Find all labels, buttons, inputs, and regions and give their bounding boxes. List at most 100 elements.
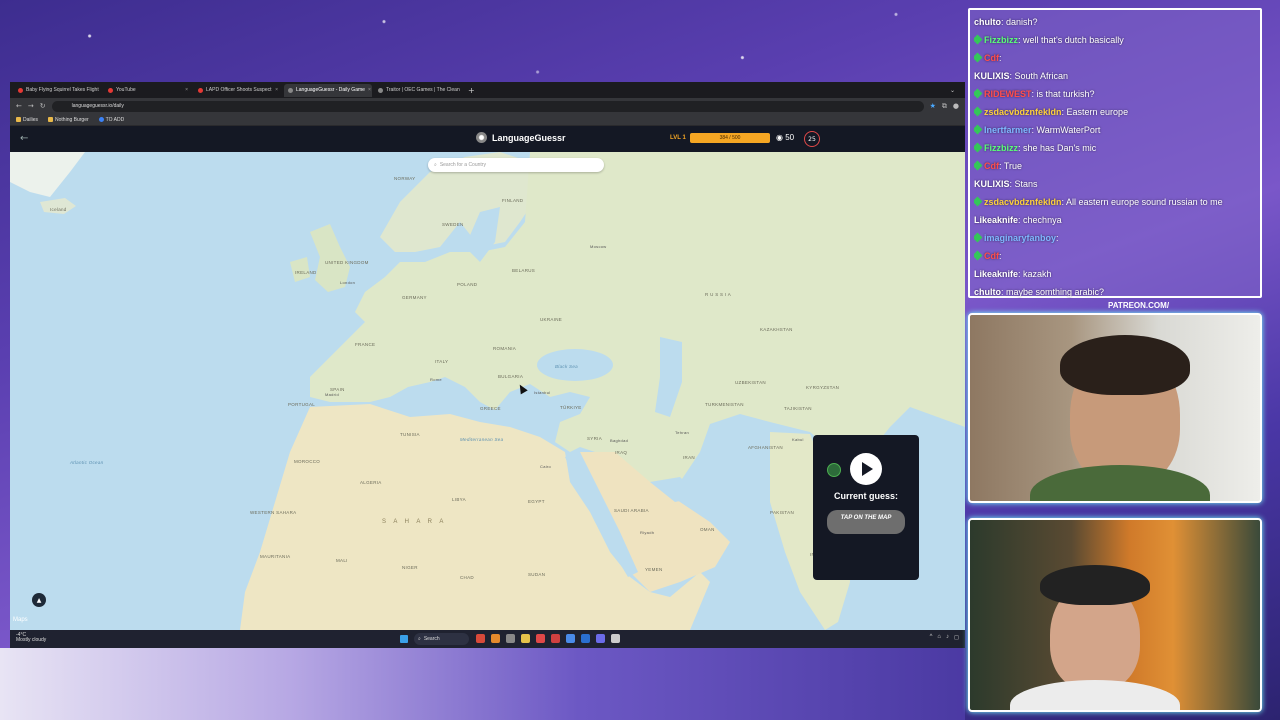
compass-icon[interactable]: ▲ [32, 593, 46, 607]
streamer-shirt [1010, 680, 1180, 710]
tab-label: LanguageGuessr - Daily Game [296, 87, 365, 93]
close-icon[interactable]: × [185, 87, 188, 93]
chat-separator: : [999, 53, 1002, 63]
map-label-iceland: Iceland [50, 207, 67, 212]
browser-tab[interactable]: LanguageGuessr - Daily Game × [284, 83, 372, 97]
tab-search-icon[interactable]: ⌄ [950, 87, 965, 94]
map-label-mediterranean: Mediterranean Sea [460, 437, 504, 442]
app-title: LanguageGuessr [492, 132, 566, 143]
coin-counter: ◉ 50 [776, 133, 794, 142]
extensions-icon[interactable]: ⧉ [942, 102, 947, 111]
app-logo[interactable]: LanguageGuessr [476, 132, 566, 143]
chat-message: Fizzbizz: she has Dan's mic [974, 139, 1256, 157]
search-icon: ⌕ [434, 162, 437, 168]
network-icon[interactable]: ⌂ [937, 634, 941, 641]
close-icon[interactable]: × [275, 87, 278, 93]
app-icon[interactable] [611, 634, 620, 643]
map-label-uzbekistan: UZBEKISTAN [735, 380, 766, 385]
chat-message: Cdf: [974, 247, 1256, 265]
app-icon[interactable] [581, 634, 590, 643]
notification-icon[interactable]: ◻ [954, 634, 959, 641]
chat-username[interactable]: zsdacvbdznfekldn [984, 107, 1062, 117]
bookmark-to-add[interactable]: TO ADD [98, 117, 124, 123]
chat-username[interactable]: Cdf [984, 53, 999, 63]
chat-username[interactable]: Likeaknife [974, 269, 1018, 279]
chrome-icon[interactable] [551, 634, 560, 643]
app-icon[interactable] [476, 634, 485, 643]
chat-text: True [1003, 161, 1023, 171]
bookmark-dailies[interactable]: Dailies [16, 117, 38, 123]
close-icon[interactable]: × [368, 87, 371, 93]
chat-separator: : [999, 251, 1002, 261]
weather-widget[interactable]: -4°C Mostly cloudy [16, 633, 46, 643]
map-label-mali: MALI [336, 558, 348, 563]
subscriber-badge-icon [974, 160, 983, 171]
chat-message: RIDEWEST: is that turkish? [974, 85, 1256, 103]
map-label-moscow: Moscow [590, 244, 607, 249]
map-label-syria: SYRIA [587, 436, 603, 441]
map-label-norway: NORWAY [394, 176, 416, 181]
chat-username[interactable]: Fizzbizz [984, 143, 1018, 153]
chat-username[interactable]: Likeaknife [974, 215, 1018, 225]
chat-text: maybe somthing arabic? [1006, 287, 1105, 297]
discord-icon[interactable] [596, 634, 605, 643]
chat-username[interactable]: KULIXIS [974, 179, 1010, 189]
profile-icon[interactable]: ● [953, 102, 959, 110]
taskbar-search[interactable]: ⌕ Search [414, 633, 469, 645]
url-field[interactable]: languageguessr.io/daily [51, 100, 924, 112]
map-label-morocco: MOROCCO [294, 459, 321, 464]
browser-tab[interactable]: LAPD Officer Shoots Suspect × [194, 84, 282, 97]
reload-icon[interactable]: ↻ [40, 102, 46, 110]
chat-username[interactable]: Cdf [984, 161, 999, 171]
chat-text: All eastern europe sound russian to me [1066, 197, 1223, 207]
current-guess-label: Current guess: [833, 491, 898, 501]
browser-tab[interactable]: Baby Flying Squirrel Takes Flight× [14, 84, 102, 97]
chat-message: chulto: danish? [974, 13, 1256, 31]
greenland-land [10, 152, 85, 197]
chat-username[interactable]: KULIXIS [974, 71, 1010, 81]
browser-tab[interactable]: Traitor | OEC Games | The Clean× [374, 84, 462, 97]
volume-icon[interactable]: ♪ [946, 634, 949, 641]
start-button[interactable] [400, 635, 408, 643]
chat-username[interactable]: chulto [974, 287, 1001, 297]
back-icon[interactable]: ← [16, 102, 22, 110]
map-label-istanbul: Istanbul [534, 390, 551, 395]
tab-label: LAPD Officer Shoots Suspect [206, 87, 272, 93]
star-icon[interactable]: ★ [930, 102, 936, 110]
forward-icon[interactable]: → [28, 102, 34, 110]
world-map[interactable]: ⌕ Search for a Country Iceland NORWAY SW… [10, 152, 965, 630]
app-icon[interactable] [536, 634, 545, 643]
new-tab-button[interactable]: + [464, 86, 479, 95]
favicon-icon [378, 87, 383, 93]
map-label-baghdad: Baghdad [610, 438, 629, 443]
chat-username[interactable]: chulto [974, 17, 1001, 27]
chat-username[interactable]: Inertfarmer [984, 125, 1032, 135]
windows-taskbar: -4°C Mostly cloudy ⌕ Search ^ ⌂ ♪ ◻ [10, 630, 965, 648]
browser-window: Baby Flying Squirrel Takes Flight×YouTub… [10, 82, 965, 648]
audio-status-icon [827, 463, 841, 477]
map-label-mauritania: MAURITANIA [260, 554, 291, 559]
tap-on-map-button[interactable]: TAP ON THE MAP [827, 510, 905, 534]
country-search-input[interactable]: ⌕ Search for a Country [428, 158, 604, 172]
app-icon[interactable] [506, 634, 515, 643]
folder-icon[interactable] [521, 634, 530, 643]
map-label-cairo: Cairo [540, 464, 552, 469]
browser-tab[interactable]: YouTube × [104, 84, 192, 97]
chevron-up-icon[interactable]: ^ [930, 634, 933, 641]
chat-username[interactable]: imaginaryfanboy [984, 233, 1056, 243]
play-audio-button[interactable] [850, 453, 882, 485]
chat-text: kazakh [1023, 269, 1052, 279]
chat-username[interactable]: Cdf [984, 251, 999, 261]
chat-text: she has Dan's mic [1023, 143, 1097, 153]
app-icon[interactable] [566, 634, 575, 643]
back-arrow-icon[interactable]: ← [20, 133, 28, 144]
tab-label: Traitor | OEC Games | The Clean [386, 87, 460, 93]
chat-username[interactable]: RIDEWEST [984, 89, 1032, 99]
bookmark-nothing-burger[interactable]: Nothing Burger [48, 117, 89, 123]
chat-message: Cdf: [974, 49, 1256, 67]
app-icon[interactable] [491, 634, 500, 643]
chat-username[interactable]: Fizzbizz [984, 35, 1018, 45]
map-label-saudi: SAUDI ARABIA [614, 508, 649, 513]
map-label-turkmenistan: TURKMENISTAN [705, 402, 744, 407]
chat-username[interactable]: zsdacvbdznfekldn [984, 197, 1062, 207]
